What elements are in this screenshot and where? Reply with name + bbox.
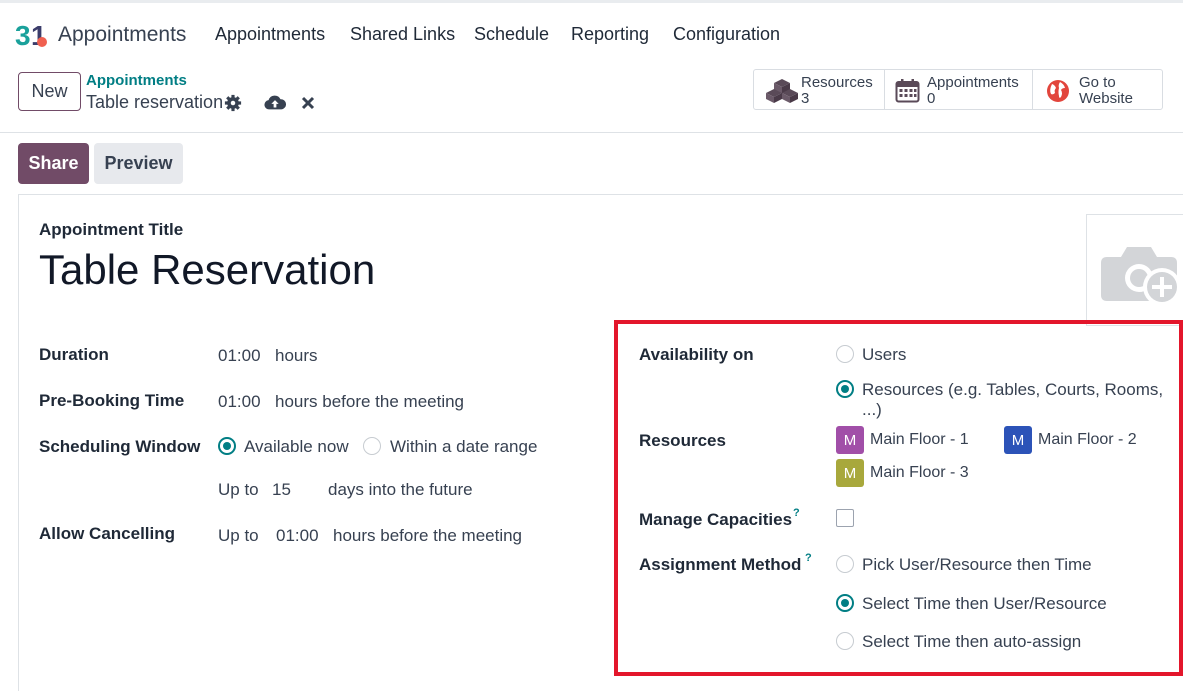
- appointment-title-label: Appointment Title: [39, 220, 184, 239]
- within-date-range-label: Within a date range: [390, 437, 538, 456]
- control-panel: New Appointments Table reservation Resou…: [0, 62, 1183, 133]
- radio-within-date-range[interactable]: [363, 437, 381, 455]
- resources-smart-button[interactable]: Resources 3: [754, 70, 885, 109]
- upto-prefix: Up to: [218, 480, 259, 499]
- highlight-box: [614, 320, 1183, 676]
- cubes-icon: [766, 79, 798, 103]
- appointment-title-input[interactable]: Table Reservation: [39, 246, 375, 294]
- globe-icon: [1047, 80, 1069, 102]
- share-button[interactable]: Share: [18, 143, 89, 184]
- calendar-icon: [895, 79, 920, 103]
- discard-icon[interactable]: [301, 96, 315, 110]
- duration-unit: hours: [275, 346, 318, 365]
- nav-schedule[interactable]: Schedule: [474, 24, 549, 45]
- nav-reporting[interactable]: Reporting: [571, 24, 649, 45]
- cancel-suffix: hours before the meeting: [333, 526, 523, 545]
- cancel-prefix: Up to: [218, 526, 259, 545]
- top-navbar: 3 1 Appointments Appointments Shared Lin…: [0, 0, 1183, 62]
- duration-label: Duration: [39, 345, 109, 364]
- breadcrumb-current: Table reservation: [86, 92, 224, 112]
- nav-appointments[interactable]: Appointments: [215, 24, 325, 45]
- upto-suffix: days into the future: [328, 480, 473, 499]
- allow-cancelling-label: Allow Cancelling: [39, 524, 176, 543]
- smart-buttons: Resources 3 Appointments 0 Go to Website: [753, 69, 1163, 110]
- image-upload[interactable]: [1086, 214, 1183, 326]
- gear-icon[interactable]: [224, 94, 242, 112]
- new-button[interactable]: New: [18, 72, 81, 111]
- resources-count: 3: [801, 90, 810, 107]
- radio-available-now[interactable]: [218, 437, 236, 455]
- website-label: Website: [1079, 90, 1133, 107]
- scheduling-window-label: Scheduling Window: [39, 437, 201, 456]
- camera-add-icon: [1101, 247, 1181, 306]
- appointments-smart-button[interactable]: Appointments 0: [885, 70, 1033, 109]
- pre-booking-label: Pre-Booking Time: [39, 391, 185, 410]
- cancel-limit-input[interactable]: 01:00: [276, 526, 319, 546]
- cloud-upload-icon[interactable]: [264, 93, 286, 111]
- preview-button[interactable]: Preview: [94, 143, 183, 184]
- max-schedule-days-input[interactable]: 15: [272, 480, 291, 500]
- available-now-label: Available now: [244, 437, 349, 456]
- pre-booking-input[interactable]: 01:00: [218, 392, 261, 412]
- app-name[interactable]: Appointments: [58, 23, 186, 47]
- pre-booking-unit: hours before the meeting: [275, 392, 465, 411]
- go-to-label: Go to: [1079, 74, 1116, 91]
- resources-label: Resources: [801, 74, 873, 91]
- nav-shared-links[interactable]: Shared Links: [350, 24, 455, 45]
- appointments-label: Appointments: [927, 74, 1019, 91]
- appointments-app-icon[interactable]: 3 1: [15, 20, 49, 50]
- go-to-website-button[interactable]: Go to Website: [1033, 70, 1162, 109]
- nav-configuration[interactable]: Configuration: [673, 24, 780, 45]
- breadcrumb-parent[interactable]: Appointments: [86, 72, 187, 89]
- duration-input[interactable]: 01:00: [218, 346, 261, 366]
- appointments-count: 0: [927, 90, 936, 107]
- svg-text:3: 3: [15, 20, 31, 50]
